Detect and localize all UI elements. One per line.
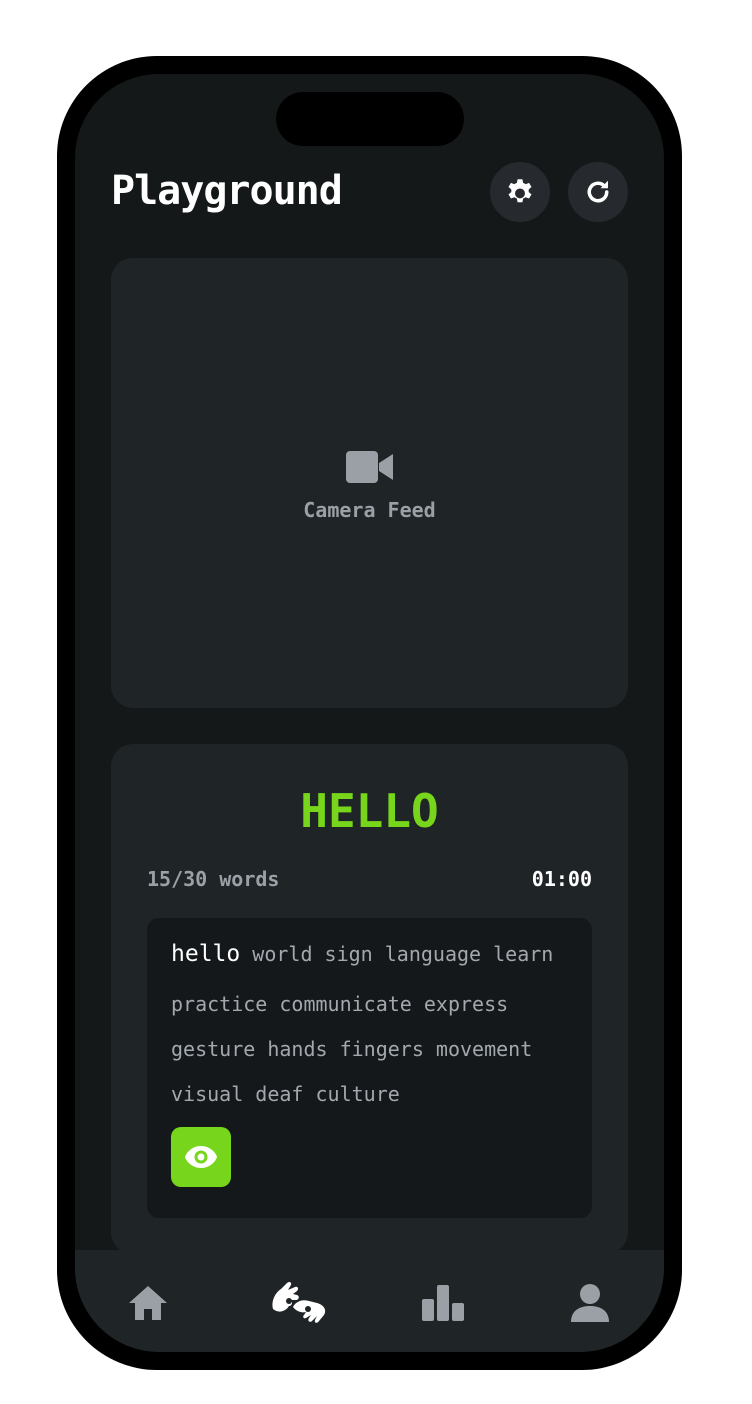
- word-line: practice communicate express: [171, 992, 509, 1016]
- word-count: 15/30 words: [147, 867, 280, 891]
- nav-playground[interactable]: [269, 1278, 329, 1328]
- camera-feed-label: Camera Feed: [303, 498, 436, 522]
- page-title: Playground: [111, 168, 343, 214]
- eye-icon: [185, 1146, 217, 1168]
- refresh-icon: [587, 180, 609, 203]
- settings-button[interactable]: [490, 162, 550, 222]
- home-icon: [129, 1286, 167, 1320]
- nav-stats[interactable]: [418, 1278, 468, 1328]
- bar-chart-icon: [422, 1285, 464, 1321]
- dynamic-island: [276, 92, 464, 146]
- reveal-button[interactable]: [171, 1127, 231, 1187]
- word-list: hello world sign language learn practice…: [147, 918, 592, 1218]
- refresh-button[interactable]: [568, 162, 628, 222]
- bottom-nav: [75, 1250, 664, 1352]
- word-line: visual deaf culture: [171, 1082, 400, 1106]
- nav-profile[interactable]: [565, 1278, 615, 1328]
- current-word: hello: [171, 941, 241, 967]
- target-word: HELLO: [300, 784, 439, 838]
- word-line: gesture hands fingers movement: [171, 1037, 533, 1061]
- timer: 01:00: [531, 867, 592, 891]
- gear-icon: [508, 179, 532, 203]
- camera-feed: Camera Feed: [111, 258, 628, 708]
- word-line: hello world sign language learn: [171, 941, 553, 967]
- app-screen: Playground Camera Feed HELLO 15/30 words…: [75, 74, 664, 1352]
- video-camera-icon: [345, 451, 393, 483]
- phone-frame: Playground Camera Feed HELLO 15/30 words…: [57, 56, 682, 1370]
- sign-language-icon: [272, 1281, 326, 1323]
- user-icon: [571, 1284, 609, 1322]
- game-card: HELLO 15/30 words 01:00 hello world sign…: [111, 744, 628, 1254]
- nav-home[interactable]: [123, 1278, 173, 1328]
- upcoming-words: world sign language learn: [252, 942, 554, 966]
